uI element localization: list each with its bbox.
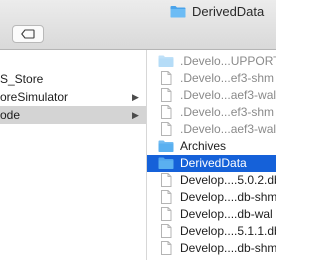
folder-icon (170, 5, 186, 18)
left-column: S_Store oreSimulator ▶ ode ▶ (0, 50, 147, 260)
item-label: Develop....db-shm (180, 241, 276, 255)
item-label: .Develo...aef3-wal (180, 88, 276, 102)
file-icon (158, 122, 174, 136)
left-column-item[interactable]: oreSimulator ▶ (0, 88, 146, 106)
item-label: .Develo...aef3-wal (180, 122, 276, 136)
file-item[interactable]: .Develo...aef3-wal (147, 121, 276, 138)
file-icon (158, 71, 174, 85)
item-label: Archives (180, 139, 227, 153)
file-item[interactable]: Develop....db-shm (147, 240, 276, 257)
item-label: Develop....db-shm (180, 190, 276, 204)
file-item[interactable]: .Develo...ef3-shm (147, 70, 276, 87)
file-icon (158, 173, 174, 187)
finder-window: DerivedData S_Store oreSimulator ▶ ode ▶ .De… (0, 0, 276, 260)
folder-icon (158, 54, 174, 68)
folder-item[interactable]: .Develo...UPPORT (147, 53, 276, 70)
file-icon (158, 190, 174, 204)
item-label: .Develo...UPPORT (180, 54, 276, 68)
item-label: .Develo...ef3-shm (180, 71, 275, 85)
right-column: .Develo...UPPORT .Develo...ef3-shm .Develo… (147, 50, 276, 260)
item-label: Develop....5.1.1.db (180, 224, 276, 238)
left-column-item-label: ode (0, 108, 21, 122)
window-title: DerivedData (170, 3, 264, 19)
file-item[interactable]: Develop....5.0.2.db (147, 172, 276, 189)
tag-button[interactable] (12, 25, 44, 43)
file-icon (158, 105, 174, 119)
left-column-item-label: oreSimulator (0, 90, 69, 104)
folder-item[interactable]: Archives (147, 138, 276, 155)
item-label: .Develo...ef3-shm (180, 105, 275, 119)
file-item[interactable]: Develop....db-shm (147, 189, 276, 206)
left-column-item[interactable]: ode ▶ (0, 106, 146, 124)
chevron-right-icon: ▶ (132, 110, 139, 120)
left-column-item[interactable]: S_Store (0, 70, 146, 88)
item-label: Develop....db-wal (180, 207, 273, 221)
folder-icon (158, 156, 174, 170)
file-item[interactable]: .Develo...aef3-wal (147, 87, 276, 104)
left-column-item-label: S_Store (0, 72, 44, 86)
file-item[interactable]: .Develo...ef3-shm (147, 104, 276, 121)
folder-icon (158, 139, 174, 153)
item-label: Develop....5.0.2.db (180, 173, 276, 187)
file-icon (158, 88, 174, 102)
file-item[interactable]: Develop....db-wal (147, 206, 276, 223)
window-title-text: DerivedData (192, 3, 265, 19)
folder-item[interactable]: DerivedData (147, 155, 276, 172)
chevron-right-icon: ▶ (132, 92, 139, 102)
item-label: DerivedData (180, 156, 247, 170)
file-icon (158, 241, 174, 255)
file-icon (158, 207, 174, 221)
title-bar: DerivedData (0, 0, 276, 50)
file-item[interactable]: Develop....5.1.1.db (147, 223, 276, 240)
file-icon (158, 224, 174, 238)
